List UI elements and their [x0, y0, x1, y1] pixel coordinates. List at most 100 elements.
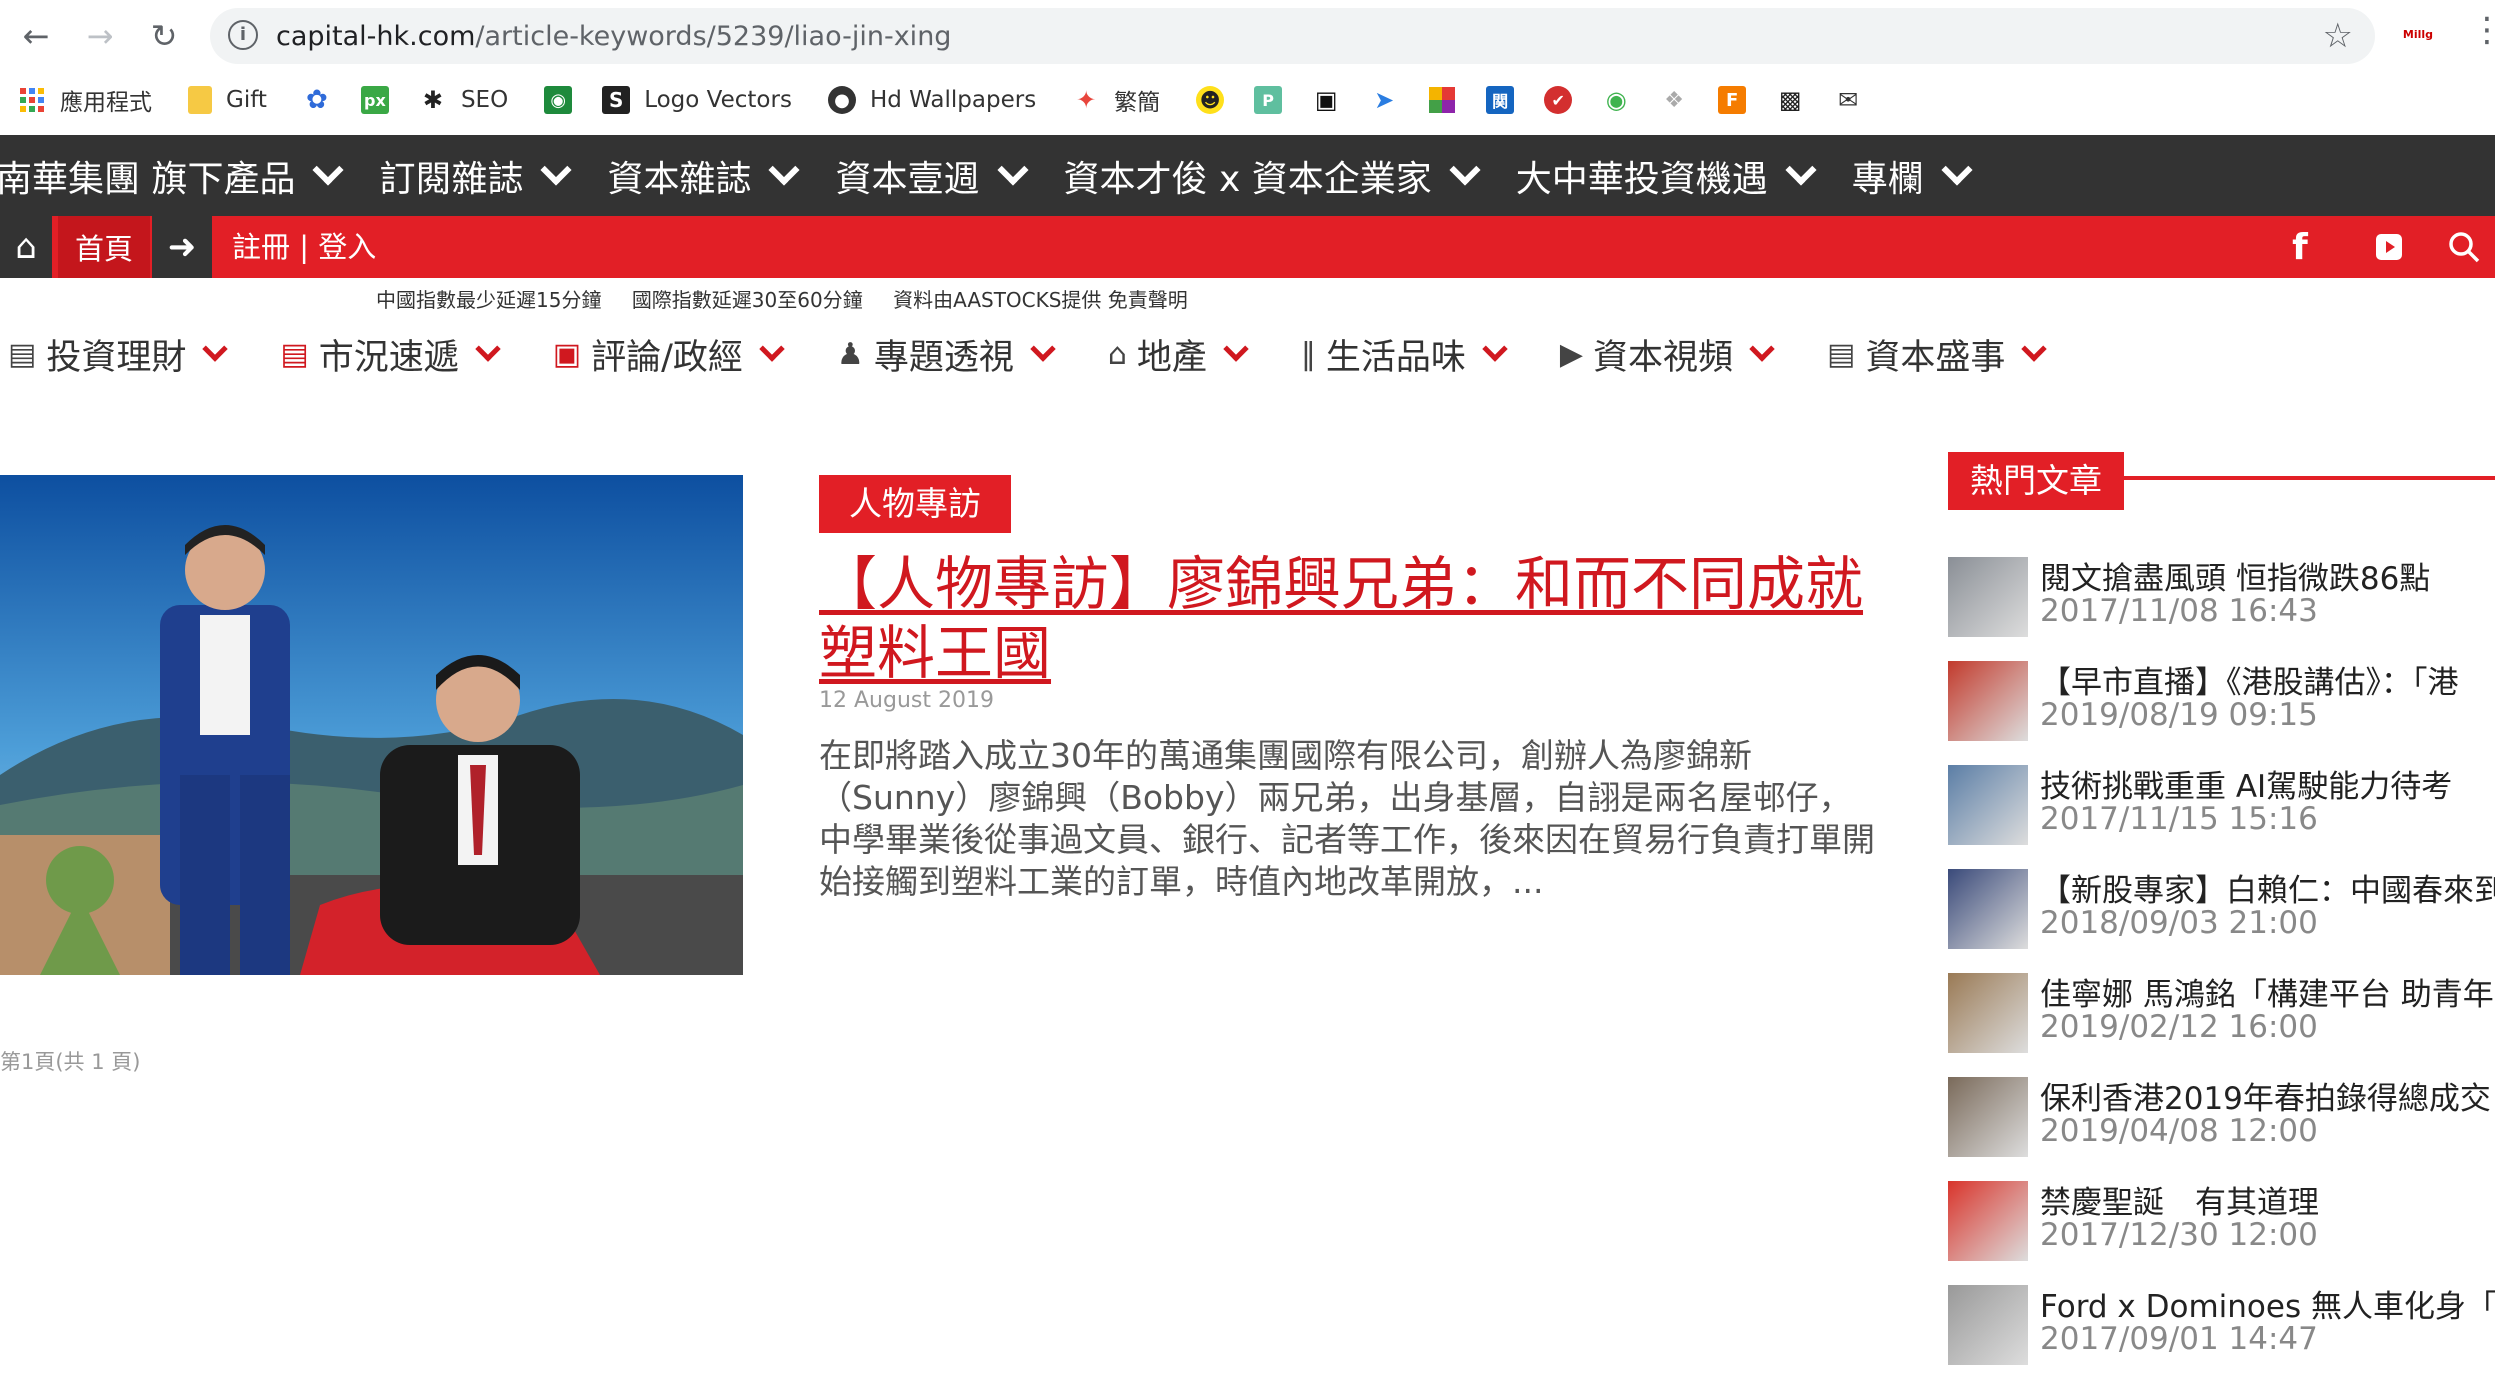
bookmark-mailchimp[interactable]: ☻	[1196, 86, 1225, 114]
bookmark-label: 應用程式	[60, 90, 152, 116]
topnav-item-group-products[interactable]: 南華集團 旗下產品	[0, 150, 345, 202]
topnav-item-greater-china[interactable]: 大中華投資機遇	[1516, 150, 1817, 202]
info-icon[interactable]: i	[228, 20, 258, 50]
popular-article-thumbnail[interactable]	[1948, 869, 2028, 949]
popular-article-date: 2019/04/08 12:00	[2040, 1113, 2318, 1149]
bookmark-f[interactable]: F	[1718, 86, 1747, 114]
bar-chart-icon: ▤	[8, 336, 37, 372]
register-login-link[interactable]: 註冊 | 登入	[232, 216, 376, 278]
category-badge[interactable]: 人物專訪	[819, 475, 1011, 533]
youtube-icon[interactable]	[2366, 216, 2412, 278]
home-icon[interactable]: ⌂	[0, 216, 52, 278]
sidebar-heading: 熱門文章	[1948, 452, 2124, 510]
chevron-down-icon	[759, 336, 785, 362]
article-date: 12 August 2019	[819, 688, 994, 713]
popular-article-item[interactable]: 佳寧娜 馬鴻銘「構建平台 助青年 2019/02/12 16:00	[1948, 973, 2495, 1077]
topnav-item-subscribe[interactable]: 訂閱雜誌	[379, 150, 573, 202]
red-circle-icon: ✔	[1544, 86, 1573, 114]
popular-article-thumbnail[interactable]	[1948, 765, 2028, 845]
bookmark-mail[interactable]: ✉	[1834, 86, 1862, 114]
popular-article-item[interactable]: Ford x Dominoes 無人車化身「外 2017/09/01 14:47	[1948, 1285, 2495, 1389]
bookmark-translate[interactable]: 関	[1486, 86, 1515, 114]
topnav-label: 資本壹週	[835, 158, 980, 200]
subnav-item-property[interactable]: ⌂ 地產	[1108, 329, 1249, 380]
folder-icon	[188, 86, 212, 114]
popular-article-thumbnail[interactable]	[1948, 661, 2028, 741]
url-text[interactable]: capital-hk.com/article-keywords/5239/lia…	[276, 21, 951, 52]
bookmark-star-icon[interactable]: ☆	[2323, 16, 2353, 56]
popular-article-item[interactable]: 【新股專家】白賴仁：中國春來到 2018/09/03 21:00	[1948, 869, 2495, 973]
px-icon: px	[360, 86, 389, 114]
reload-icon[interactable]: ↻	[142, 14, 186, 58]
bookmark-p[interactable]: P	[1254, 86, 1283, 114]
article-title-link[interactable]: 【人物專訪】廖錦興兄弟：和而不同成就塑料王國	[819, 550, 1879, 688]
search-icon[interactable]	[2440, 216, 2488, 278]
topnav-item-capital-magazine[interactable]: 資本雜誌	[607, 150, 801, 202]
back-arrow-icon[interactable]: ←	[14, 14, 58, 58]
subnav-item-investment[interactable]: ▤ 投資理財	[8, 329, 229, 380]
popular-article-item[interactable]: 閱文搶盡風頭 恒指微跌86點 2017/11/08 16:43	[1948, 557, 2495, 661]
popular-article-item[interactable]: 【早市直播】《港股講估》：「港 2019/08/19 09:15	[1948, 661, 2495, 765]
popular-article-title[interactable]: 禁慶聖誕 有其道理	[2040, 1177, 2319, 1222]
topnav-item-capital-talent[interactable]: 資本才俊 x 資本企業家	[1064, 150, 1481, 202]
subnav-item-feature[interactable]: ♟ 專題透視	[836, 329, 1056, 380]
category-navigation: ▤ 投資理財 ▤ 市況速遞 ▣ 評論/政經 ♟ 專題透視 ⌂ 地產 ‖ 生活品味…	[8, 326, 2048, 382]
bookmark-send[interactable]: ➤	[1370, 86, 1398, 114]
subnav-item-market[interactable]: ▤ 市況速遞	[280, 329, 501, 380]
popular-article-thumbnail[interactable]	[1948, 1285, 2028, 1365]
popular-article-title[interactable]: 佳寧娜 馬鴻銘「構建平台 助青年	[2040, 969, 2494, 1014]
bookmark-qr[interactable]: ▩	[1776, 86, 1804, 114]
popular-article-thumbnail[interactable]	[1948, 557, 2028, 637]
popular-article-title[interactable]: Ford x Dominoes 無人車化身「外	[2040, 1281, 2495, 1326]
facebook-icon[interactable]: f	[2280, 216, 2320, 278]
bookmark-gift[interactable]: Gift	[188, 86, 267, 114]
topnav-item-columns[interactable]: 專欄	[1851, 150, 1973, 202]
presenter-icon: ♟	[836, 336, 864, 372]
bookmark-seo[interactable]: ✱ SEO	[419, 86, 508, 114]
popular-article-thumbnail[interactable]	[1948, 1077, 2028, 1157]
bookmark-apps[interactable]: 應用程式	[18, 83, 152, 117]
popular-article-item[interactable]: 技術挑戰重重 AI駕駛能力待考 2017/11/15 15:16	[1948, 765, 2495, 869]
forward-arrow-icon[interactable]: →	[78, 14, 122, 58]
ticker-text: 中國指數最少延遲15分鐘	[376, 288, 602, 312]
subnav-item-commentary[interactable]: ▣ 評論/政經	[553, 329, 785, 380]
subnav-item-events[interactable]: ▤ 資本盛事	[1827, 329, 2048, 380]
home-link[interactable]: 首頁	[58, 216, 150, 278]
popular-article-date: 2019/02/12 16:00	[2040, 1009, 2318, 1045]
login-arrow-icon[interactable]: ➜	[152, 216, 212, 278]
bookmark-hd-wallpapers[interactable]: ● Hd Wallpapers	[827, 86, 1036, 114]
chevron-down-icon	[1749, 336, 1775, 362]
popular-article-title[interactable]: 【早市直播】《港股講估》：「港	[2040, 657, 2459, 702]
menu-kebab-icon[interactable]: ⋮	[2470, 10, 2495, 50]
mailchimp-icon: ☻	[1196, 86, 1225, 114]
bookmark-eye[interactable]: ◉	[544, 86, 573, 114]
bookmark-unsplash[interactable]: ▣	[1312, 86, 1340, 114]
bookmark-wechat[interactable]: ◉	[1602, 86, 1630, 114]
bookmark-baidu[interactable]: ✿	[303, 85, 331, 115]
subnav-item-video[interactable]: ▶ 資本視頻	[1560, 329, 1775, 380]
subnav-item-lifestyle[interactable]: ‖ 生活品味	[1301, 329, 1508, 380]
popular-article-title[interactable]: 保利香港2019年春拍錄得總成交	[2040, 1073, 2491, 1118]
topnav-item-capital-weekly[interactable]: 資本壹週	[835, 150, 1029, 202]
article-image[interactable]	[0, 475, 743, 975]
popular-article-item[interactable]: 保利香港2019年春拍錄得總成交 2019/04/08 12:00	[1948, 1077, 2495, 1181]
extension-icon[interactable]: Millg	[2398, 20, 2438, 50]
bookmark-traditional-simplified[interactable]: ✦ 繁簡	[1072, 83, 1160, 117]
bookmark-px[interactable]: px	[360, 86, 389, 114]
popular-article-title[interactable]: 閱文搶盡風頭 恒指微跌86點	[2040, 553, 2430, 598]
address-bar[interactable]: i capital-hk.com/article-keywords/5239/l…	[210, 8, 2375, 64]
bookmark-color[interactable]	[1428, 86, 1456, 114]
ticker-text: 國際指數延遲30至60分鐘	[631, 288, 863, 312]
ticker-disclaimer-link[interactable]: 資料由AASTOCKS提供 免責聲明	[893, 288, 1188, 312]
bookmark-logo-vectors[interactable]: S Logo Vectors	[602, 86, 792, 114]
popular-article-thumbnail[interactable]	[1948, 973, 2028, 1053]
bookmark-bird[interactable]: ❖	[1660, 86, 1688, 114]
popular-article-title[interactable]: 技術挑戰重重 AI駕駛能力待考	[2040, 761, 2452, 806]
popular-article-item[interactable]: 禁慶聖誕 有其道理 2017/12/30 12:00	[1948, 1181, 2495, 1285]
topnav-label: 專欄	[1851, 158, 1924, 200]
bookmark-red[interactable]: ✔	[1544, 86, 1573, 114]
popular-article-title[interactable]: 【新股專家】白賴仁：中國春來到	[2040, 865, 2495, 910]
subnav-label: 資本盛事	[1865, 337, 2006, 378]
popular-article-thumbnail[interactable]	[1948, 1181, 2028, 1261]
market-chart-icon: ▤	[280, 336, 309, 372]
